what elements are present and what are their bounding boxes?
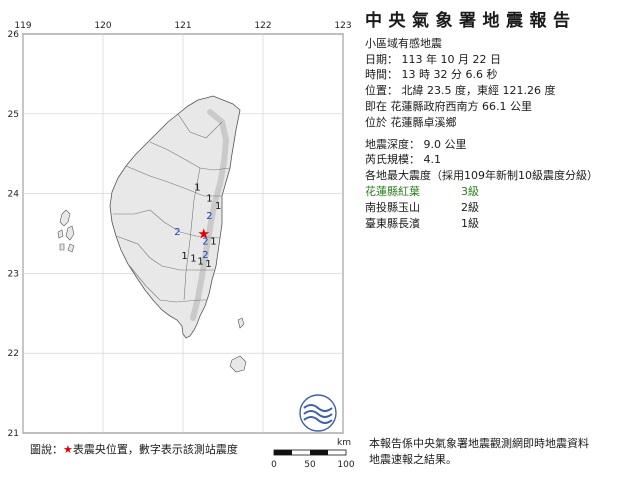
station-intensity-1: 1 bbox=[181, 251, 187, 262]
lon-tick-label: 121 bbox=[174, 21, 191, 31]
station-intensity-1: 1 bbox=[190, 253, 196, 264]
station-intensity-1: 1 bbox=[210, 237, 216, 248]
station-level: 1級 bbox=[461, 216, 479, 230]
legend-star-icon: ★ bbox=[63, 443, 73, 456]
station-name: 花蓮縣紅葉 bbox=[365, 184, 420, 198]
lon-tick-label: 123 bbox=[334, 21, 351, 31]
lat-tick-label: 26 bbox=[8, 30, 20, 40]
station-level: 3級 bbox=[461, 184, 479, 198]
relative-position-line: 即在 花蓮縣政府西南方 66.1 公里 bbox=[365, 99, 532, 113]
station-intensity-1: 1 bbox=[205, 259, 211, 270]
footer-line-2: 地震速報之結果。 bbox=[369, 452, 457, 466]
station-row: 南投縣玉山 2級 bbox=[365, 200, 637, 216]
magnitude-line: 芮氏規模： 4.1 bbox=[365, 153, 441, 167]
station-intensity-2: 2 bbox=[174, 227, 180, 238]
epicenter-star: ★ bbox=[198, 227, 211, 243]
lat-tick-label: 25 bbox=[8, 110, 19, 120]
report-footer: 本報告係中央氣象署地震觀測網即時地震資料 地震速報之結果。 bbox=[369, 436, 637, 467]
earthquake-map: 119 120 121 122 123262524232221 111222 121 1 1 1… bbox=[8, 21, 355, 470]
lat-tick-label: 23 bbox=[8, 269, 19, 279]
station-row: 花蓮縣紅葉 3級 bbox=[365, 184, 637, 200]
intensity-header: 各地最大震度（採用109年新制10級震度分級） bbox=[365, 169, 598, 183]
station-intensity-1: 1 bbox=[194, 182, 200, 193]
scale-unit: km bbox=[337, 438, 351, 448]
position-line: 位置： 北緯 23.5 度，東經 121.26 度 bbox=[365, 84, 556, 98]
lon-tick-label: 122 bbox=[254, 21, 271, 31]
cwa-logo-icon bbox=[299, 394, 337, 432]
station-intensity-1: 1 bbox=[197, 257, 203, 268]
station-name: 臺東縣長濱 bbox=[365, 216, 420, 230]
station-level: 2級 bbox=[461, 200, 479, 214]
located-line: 位於 花蓮縣卓溪鄉 bbox=[365, 115, 457, 129]
station-name: 南投縣玉山 bbox=[365, 200, 420, 214]
footer-line-1: 本報告係中央氣象署地震觀測網即時地震資料 bbox=[369, 437, 589, 450]
report-title: 中央氣象署地震報告 bbox=[365, 11, 577, 31]
lon-tick-label: 120 bbox=[94, 21, 111, 31]
map-legend: 圖說：★表震央位置，數字表示該測站震度 bbox=[30, 441, 238, 457]
lat-tick-label: 21 bbox=[8, 429, 19, 439]
legend-prefix: 圖說： bbox=[30, 443, 63, 456]
report-subtitle: 小區域有感地震 bbox=[365, 36, 442, 50]
legend-text: 表震央位置，數字表示該測站震度 bbox=[72, 443, 238, 456]
scale-label-50: 50 bbox=[304, 460, 316, 470]
station-list: 花蓮縣紅葉 3級南投縣玉山 2級臺東縣長濱 1級 bbox=[365, 184, 637, 231]
lat-tick-label: 24 bbox=[8, 190, 20, 200]
report-panel: 中央氣象署地震報告 小區域有感地震 日期： 113 年 10 月 22 日 時間… bbox=[365, 11, 637, 231]
scale-bar: km 0 50 100 bbox=[271, 438, 355, 470]
station-intensity-1: 1 bbox=[215, 201, 221, 212]
depth-line: 地震深度： 9.0 公里 bbox=[365, 137, 467, 151]
time-line: 時間： 13 時 32 分 6.6 秒 bbox=[365, 68, 498, 82]
lat-tick-label: 22 bbox=[8, 349, 19, 359]
station-row: 臺東縣長濱 1級 bbox=[365, 216, 637, 232]
station-intensity-1: 1 bbox=[206, 194, 212, 205]
date-line: 日期： 113 年 10 月 22 日 bbox=[365, 52, 501, 66]
scale-label-0: 0 bbox=[271, 460, 277, 470]
station-intensity-2: 2 bbox=[206, 211, 212, 222]
scale-label-100: 100 bbox=[337, 460, 354, 470]
